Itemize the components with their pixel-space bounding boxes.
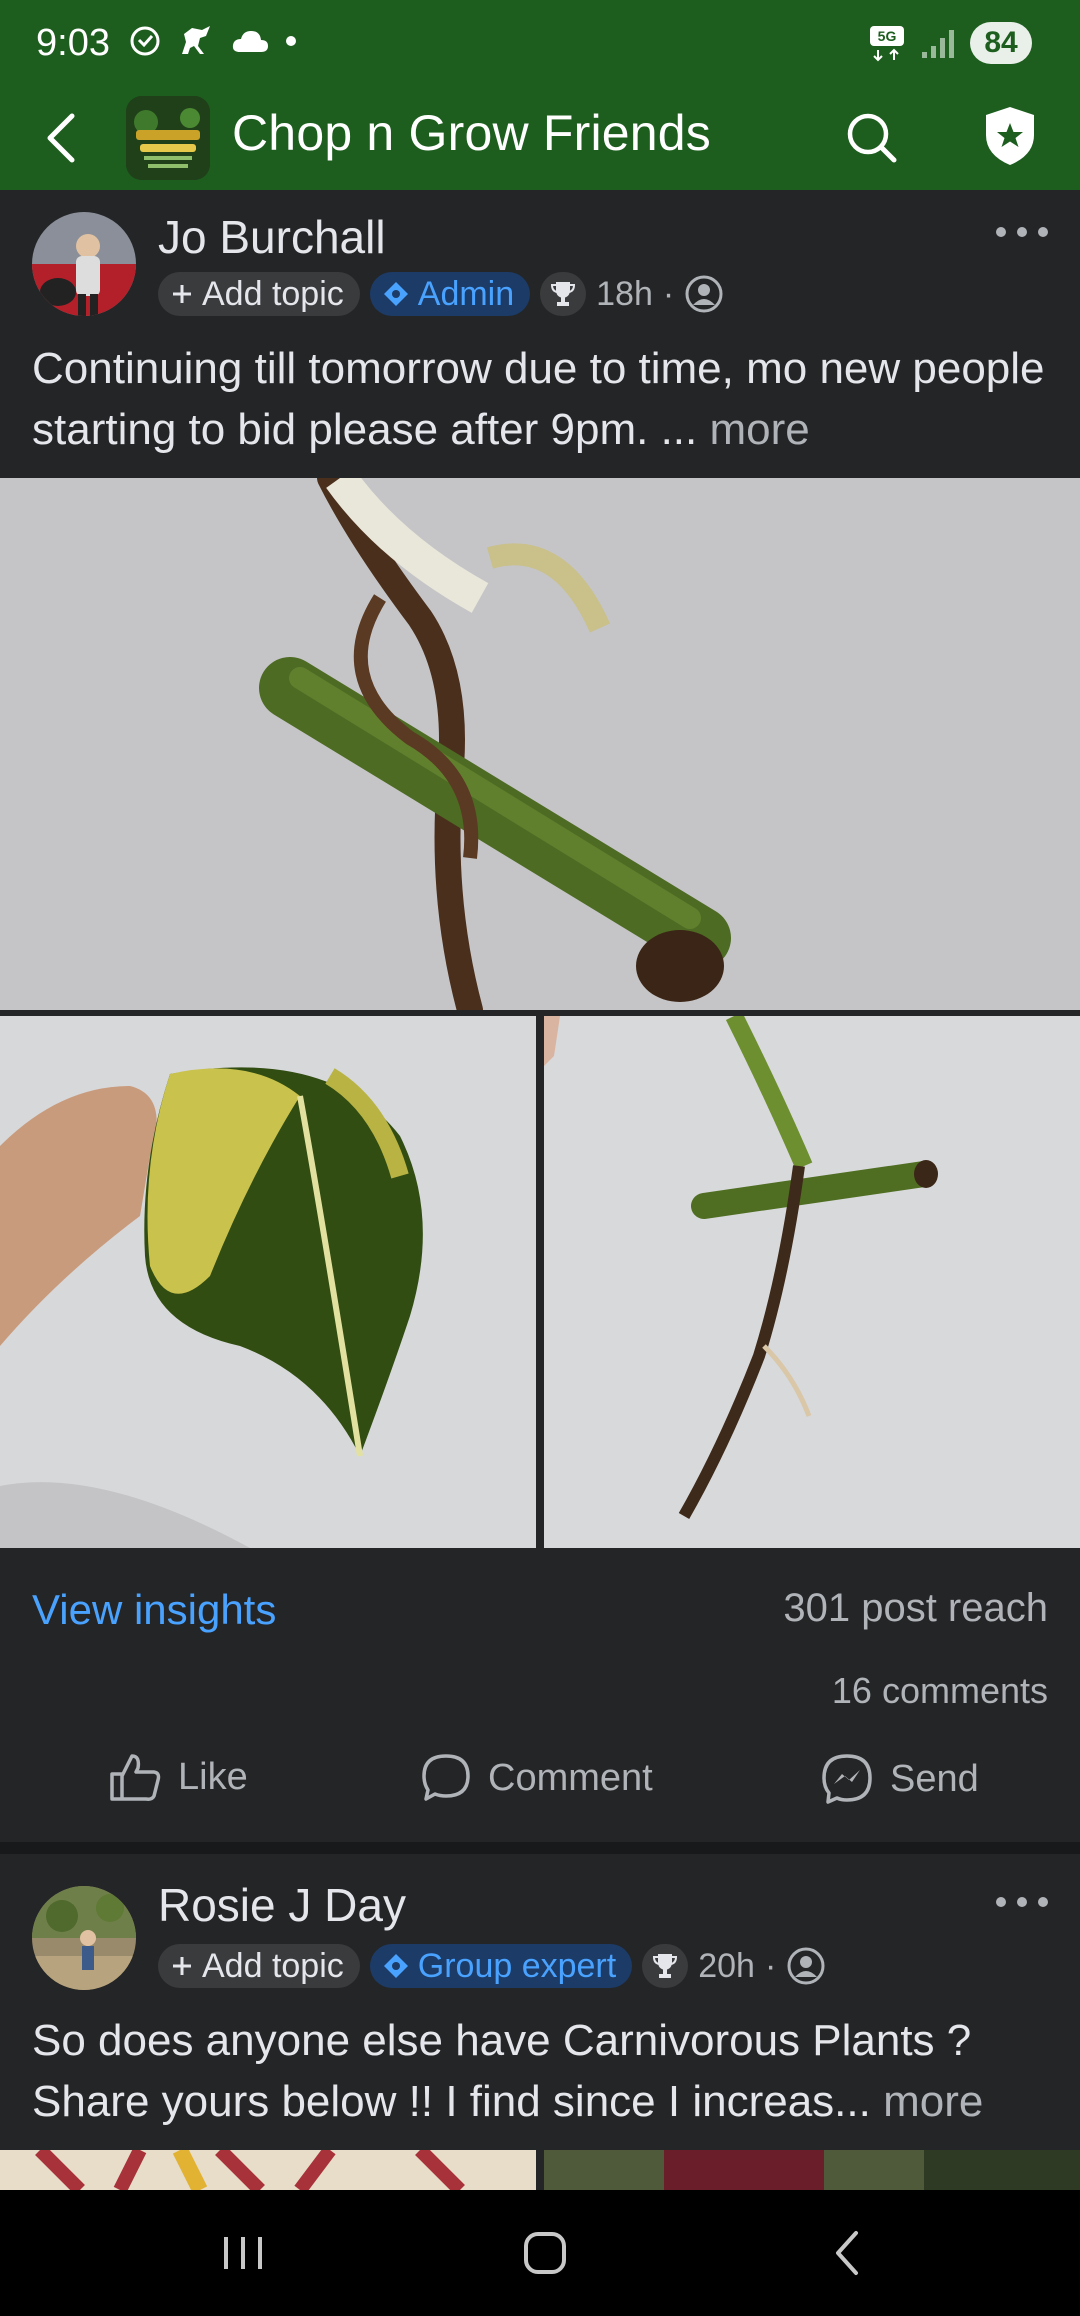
trophy-badge[interactable] <box>642 1944 689 1988</box>
post-body: Continuing till tomorrow due to time, mo… <box>32 344 1045 454</box>
see-more-link[interactable]: more <box>883 2077 983 2126</box>
thumbs-up-icon <box>110 1754 161 1801</box>
post-author[interactable]: Jo Burchall <box>158 210 386 264</box>
add-topic-button[interactable]: Add topic <box>158 1944 360 1988</box>
trophy-icon <box>653 1954 678 1978</box>
chevron-left-icon <box>47 113 75 163</box>
comment-count[interactable]: 16 comments <box>832 1670 1048 1712</box>
admin-tools-button[interactable] <box>974 100 1046 172</box>
carnivorous-plant-photo <box>0 2150 536 2190</box>
plant-cutting-photo <box>0 478 1080 1010</box>
nav-back-button[interactable] <box>802 2218 892 2288</box>
avatar[interactable] <box>32 212 136 316</box>
shield-star-icon <box>986 107 1034 165</box>
post-time[interactable]: 20h <box>698 1947 755 1986</box>
carnivorous-plant-photo <box>544 2150 1080 2190</box>
plus-icon <box>173 1957 191 1975</box>
post-time[interactable]: 18h <box>596 275 653 314</box>
trophy-icon <box>551 282 576 306</box>
send-label: Send <box>890 1757 979 1800</box>
group-title[interactable]: Chop n Grow Friends <box>232 104 711 162</box>
cloud-icon <box>232 31 268 52</box>
group-logo[interactable] <box>126 96 210 180</box>
trophy-badge[interactable] <box>540 272 587 316</box>
members-privacy-icon <box>685 275 723 313</box>
network-5g-icon: 5G <box>870 26 904 62</box>
post-card: Jo Burchall Add topic Admin 18h · Contin… <box>0 190 1080 1842</box>
system-nav-bar <box>0 2190 1080 2316</box>
meta-separator: · <box>764 1946 777 1985</box>
dot-icon <box>286 36 296 46</box>
role-badge[interactable]: Group expert <box>369 1944 633 1988</box>
battery-indicator: 84 <box>970 22 1032 64</box>
post-options-button[interactable] <box>992 1882 1052 1922</box>
meta-separator: · <box>662 274 675 313</box>
app-top-bar: 9:03 5G 84 Chop n Grow Friends <box>0 0 1080 190</box>
recent-apps-icon <box>224 2237 262 2269</box>
search-icon <box>847 113 897 163</box>
comment-button[interactable]: Comment <box>420 1752 653 1804</box>
role-label: Admin <box>417 274 515 313</box>
post-photo[interactable] <box>0 2150 536 2190</box>
variegated-leaf-photo <box>0 1016 536 1548</box>
avatar-image <box>32 1886 136 1990</box>
post-reach: 301 post reach <box>783 1586 1048 1630</box>
post-body: So does anyone else have Carnivorous Pla… <box>32 2016 972 2126</box>
back-button[interactable] <box>30 106 94 170</box>
post-meta: Add topic Group expert 20h · <box>158 1942 826 1990</box>
post-meta: Add topic Admin 18h · <box>158 270 724 318</box>
home-icon <box>524 2232 566 2274</box>
add-topic-label: Add topic <box>202 274 344 313</box>
home-button[interactable] <box>500 2218 590 2288</box>
members-privacy-icon <box>787 1947 825 1985</box>
like-label: Like <box>178 1755 248 1798</box>
role-label: Group expert <box>417 1946 617 1985</box>
rooted-stem-photo <box>544 1016 1080 1548</box>
diamond-badge-icon <box>383 1954 408 1978</box>
send-button[interactable]: Send <box>820 1752 979 1806</box>
post-text: So does anyone else have Carnivorous Pla… <box>32 2010 1052 2132</box>
recent-apps-button[interactable] <box>198 2218 288 2288</box>
plus-icon <box>173 285 191 303</box>
see-more-link[interactable]: more <box>709 405 809 454</box>
post-card: Rosie J Day Add topic Group expert 20h ·… <box>0 1854 1080 2190</box>
status-notification-icons <box>128 24 298 58</box>
chevron-left-icon <box>836 2231 858 2275</box>
status-right: 5G 84 <box>868 22 1032 64</box>
diamond-badge-icon <box>383 282 408 306</box>
shield-notification-icon <box>130 26 160 56</box>
post-photo[interactable] <box>544 1016 1080 1548</box>
status-bar: 9:03 5G 84 <box>0 0 1080 92</box>
post-options-button[interactable] <box>992 212 1052 252</box>
status-time: 9:03 <box>36 22 110 64</box>
add-topic-button[interactable]: Add topic <box>158 272 360 316</box>
horse-notification-icon <box>182 26 210 54</box>
post-photo[interactable] <box>544 2150 1080 2190</box>
messenger-icon <box>822 1754 872 1804</box>
post-photo[interactable] <box>0 478 1080 1010</box>
comment-label: Comment <box>488 1756 653 1799</box>
avatar-image <box>32 212 136 316</box>
role-badge[interactable]: Admin <box>369 272 531 316</box>
group-header: Chop n Grow Friends <box>0 92 1080 190</box>
like-button[interactable]: Like <box>108 1752 248 1802</box>
group-logo-image <box>126 96 210 180</box>
post-text: Continuing till tomorrow due to time, mo… <box>32 338 1052 460</box>
search-button[interactable] <box>836 102 906 172</box>
post-divider <box>0 1842 1080 1854</box>
comment-bubble-icon <box>422 1754 470 1801</box>
post-photo[interactable] <box>0 1016 536 1548</box>
view-insights-link[interactable]: View insights <box>32 1586 276 1634</box>
post-author[interactable]: Rosie J Day <box>158 1878 406 1932</box>
svg-text:5G: 5G <box>878 28 897 44</box>
add-topic-label: Add topic <box>202 1946 344 1985</box>
avatar[interactable] <box>32 1886 136 1990</box>
signal-icon <box>922 30 954 58</box>
